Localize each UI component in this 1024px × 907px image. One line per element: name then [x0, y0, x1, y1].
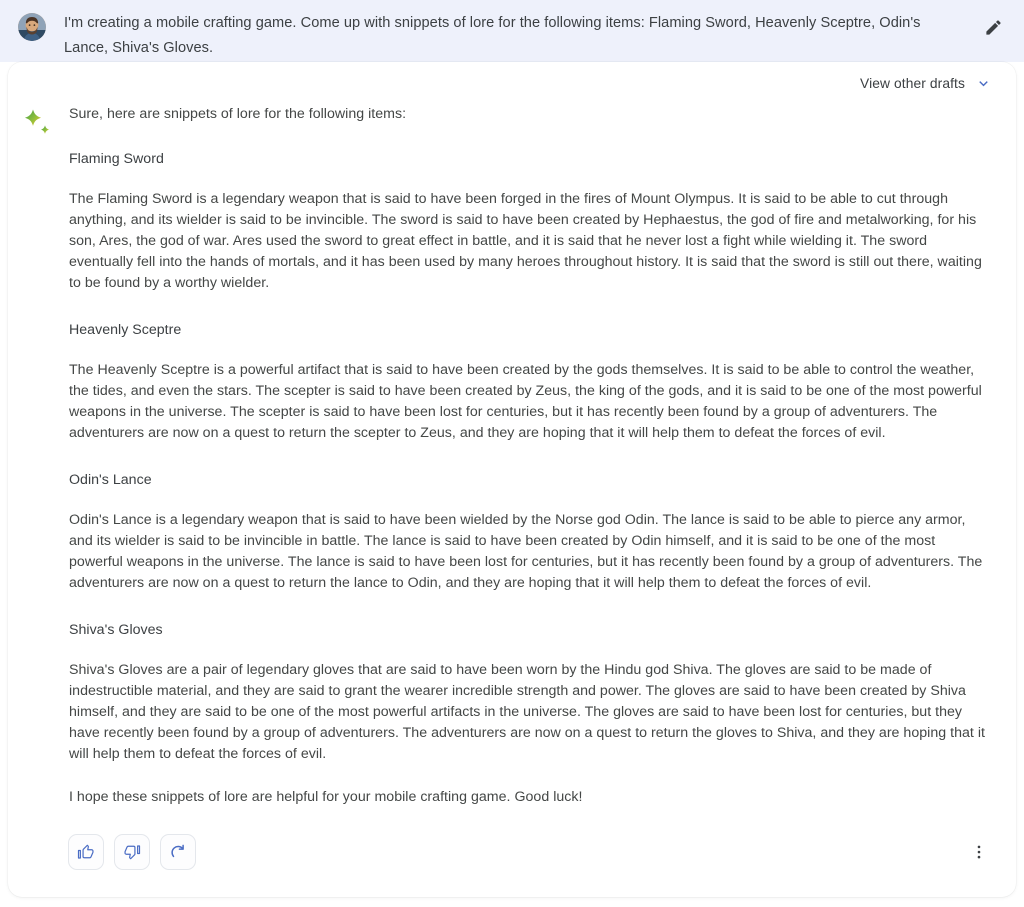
lore-item-body: The Flaming Sword is a legendary weapon …	[69, 191, 982, 291]
more-options-button[interactable]	[964, 837, 994, 867]
conversation-page: I'm creating a mobile crafting game. Com…	[0, 0, 1024, 907]
answer-outro: I hope these snippets of lore are helpfu…	[69, 789, 583, 805]
sparkle-icon	[22, 108, 52, 138]
pencil-icon	[984, 18, 1003, 37]
view-other-drafts-label: View other drafts	[860, 75, 965, 91]
response-card: View other drafts Sure, here are snippet…	[8, 62, 1016, 897]
answer-intro: Sure, here are snippets of lore for the …	[69, 106, 407, 122]
drafts-row: View other drafts	[8, 62, 1016, 104]
lore-item: Shiva's Gloves Shiva's Gloves are a pair…	[69, 620, 988, 765]
chevron-down-icon	[975, 75, 992, 92]
lore-item-heading: Odin's Lance	[69, 472, 152, 488]
lore-item-body: Shiva's Gloves are a pair of legendary g…	[69, 662, 985, 762]
refresh-icon	[169, 843, 187, 861]
edit-prompt-button[interactable]	[980, 14, 1006, 40]
view-other-drafts-button[interactable]: View other drafts	[858, 73, 994, 94]
response-body: Sure, here are snippets of lore for the …	[8, 104, 1016, 808]
lore-item: Odin's Lance Odin's Lance is a legendary…	[69, 470, 988, 594]
response-actions	[8, 808, 1016, 870]
lore-item: Flaming Sword The Flaming Sword is a leg…	[69, 149, 988, 294]
user-prompt-bar: I'm creating a mobile crafting game. Com…	[0, 0, 1024, 62]
lore-item-body: Odin's Lance is a legendary weapon that …	[69, 512, 983, 591]
lore-item-body: The Heavenly Sceptre is a powerful artif…	[69, 362, 982, 441]
avatar	[18, 13, 46, 41]
lore-item-heading: Shiva's Gloves	[69, 622, 163, 638]
thumbs-up-button[interactable]	[68, 834, 104, 870]
answer-content: Sure, here are snippets of lore for the …	[69, 104, 1016, 808]
lore-item-heading: Heavenly Sceptre	[69, 322, 182, 338]
regenerate-button[interactable]	[160, 834, 196, 870]
lore-item: Heavenly Sceptre The Heavenly Sceptre is…	[69, 320, 988, 444]
three-dots-vertical-icon	[970, 843, 988, 861]
thumbs-down-icon	[123, 843, 141, 861]
lore-item-heading: Flaming Sword	[69, 151, 164, 167]
user-prompt-text: I'm creating a mobile crafting game. Com…	[64, 15, 925, 56]
thumbs-up-icon	[77, 843, 95, 861]
feedback-buttons	[68, 834, 196, 870]
thumbs-down-button[interactable]	[114, 834, 150, 870]
